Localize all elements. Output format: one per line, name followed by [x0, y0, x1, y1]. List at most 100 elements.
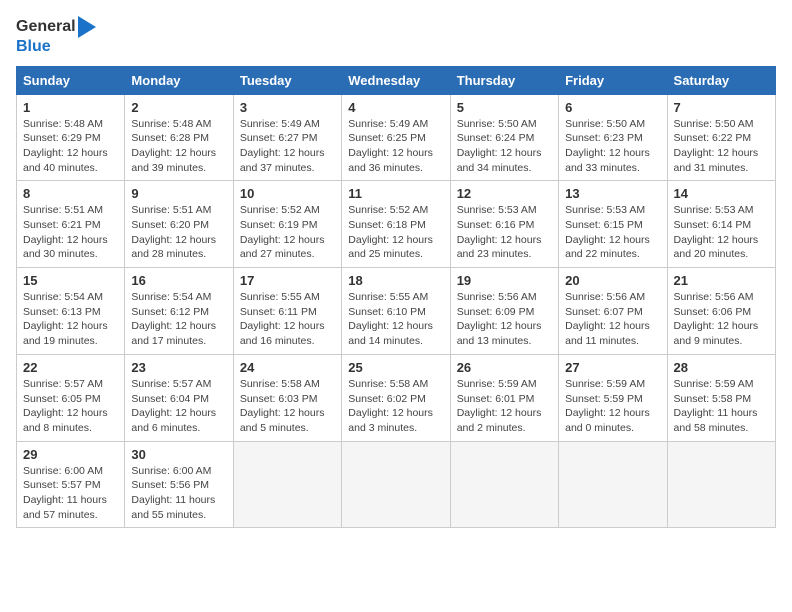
day-details: Sunrise: 5:53 AMSunset: 6:16 PMDaylight:…: [457, 203, 552, 262]
day-number: 10: [240, 186, 335, 201]
day-details: Sunrise: 5:53 AMSunset: 6:14 PMDaylight:…: [674, 203, 769, 262]
calendar-cell: 7 Sunrise: 5:50 AMSunset: 6:22 PMDaylight…: [667, 94, 775, 181]
day-number: 28: [674, 360, 769, 375]
day-number: 9: [131, 186, 226, 201]
calendar-cell: [233, 441, 341, 528]
calendar-week-row: 29 Sunrise: 6:00 AMSunset: 5:57 PMDayligh…: [17, 441, 776, 528]
day-number: 11: [348, 186, 443, 201]
day-number: 17: [240, 273, 335, 288]
calendar-cell: [450, 441, 558, 528]
calendar-cell: 25Sunrise: 5:58 AMSunset: 6:02 PMDayligh…: [342, 354, 450, 441]
calendar-cell: 30Sunrise: 6:00 AMSunset: 5:56 PMDayligh…: [125, 441, 233, 528]
col-header-tuesday: Tuesday: [233, 66, 341, 94]
calendar-cell: 12Sunrise: 5:53 AMSunset: 6:16 PMDayligh…: [450, 181, 558, 268]
day-details: Sunrise: 5:56 AMSunset: 6:06 PMDaylight:…: [674, 290, 769, 349]
day-number: 8: [23, 186, 118, 201]
day-details: Sunrise: 5:49 AMSunset: 6:27 PMDaylight:…: [240, 117, 335, 176]
col-header-sunday: Sunday: [17, 66, 125, 94]
calendar-cell: 17Sunrise: 5:55 AMSunset: 6:11 PMDayligh…: [233, 268, 341, 355]
calendar-table: SundayMondayTuesdayWednesdayThursdayFrid…: [16, 66, 776, 529]
calendar-cell: 27 Sunrise: 5:59 AMSunset: 5:59 PMDayligh…: [559, 354, 667, 441]
logo: General Blue: [16, 16, 96, 56]
col-header-thursday: Thursday: [450, 66, 558, 94]
calendar-cell: 26 Sunrise: 5:59 AMSunset: 6:01 PMDayligh…: [450, 354, 558, 441]
day-details: Sunrise: 5:48 AMSunset: 6:28 PMDaylight:…: [131, 117, 226, 176]
day-number: 29: [23, 447, 118, 462]
day-details: Sunrise: 5:48 AMSunset: 6:29 PMDaylight:…: [23, 117, 118, 176]
calendar-cell: 23 Sunrise: 5:57 AMSunset: 6:04 PMDayligh…: [125, 354, 233, 441]
day-number: 5: [457, 100, 552, 115]
day-details: Sunrise: 5:51 AMSunset: 6:20 PMDaylight:…: [131, 203, 226, 262]
day-number: 23: [131, 360, 226, 375]
day-details: Sunrise: 5:52 AMSunset: 6:19 PMDaylight:…: [240, 203, 335, 262]
day-details: Sunrise: 5:50 AMSunset: 6:23 PMDaylight:…: [565, 117, 660, 176]
day-number: 1: [23, 100, 118, 115]
calendar-cell: 14 Sunrise: 5:53 AMSunset: 6:14 PMDayligh…: [667, 181, 775, 268]
day-number: 19: [457, 273, 552, 288]
calendar-cell: 5 Sunrise: 5:50 AMSunset: 6:24 PMDaylight…: [450, 94, 558, 181]
day-details: Sunrise: 5:59 AMSunset: 5:59 PMDaylight:…: [565, 377, 660, 436]
col-header-monday: Monday: [125, 66, 233, 94]
day-details: Sunrise: 5:56 AMSunset: 6:07 PMDaylight:…: [565, 290, 660, 349]
calendar-week-row: 22 Sunrise: 5:57 AMSunset: 6:05 PMDayligh…: [17, 354, 776, 441]
logo-general: General: [16, 18, 76, 36]
calendar-week-row: 8Sunrise: 5:51 AMSunset: 6:21 PMDaylight…: [17, 181, 776, 268]
calendar-cell: 24 Sunrise: 5:58 AMSunset: 6:03 PMDayligh…: [233, 354, 341, 441]
calendar-cell: 13Sunrise: 5:53 AMSunset: 6:15 PMDayligh…: [559, 181, 667, 268]
day-number: 16: [131, 273, 226, 288]
day-number: 7: [674, 100, 769, 115]
calendar-cell: 11Sunrise: 5:52 AMSunset: 6:18 PMDayligh…: [342, 181, 450, 268]
calendar-cell: 2 Sunrise: 5:48 AMSunset: 6:28 PMDaylight…: [125, 94, 233, 181]
calendar-cell: [342, 441, 450, 528]
calendar-cell: [559, 441, 667, 528]
day-details: Sunrise: 5:54 AMSunset: 6:13 PMDaylight:…: [23, 290, 118, 349]
calendar-cell: 6 Sunrise: 5:50 AMSunset: 6:23 PMDaylight…: [559, 94, 667, 181]
calendar-cell: 21 Sunrise: 5:56 AMSunset: 6:06 PMDayligh…: [667, 268, 775, 355]
day-number: 3: [240, 100, 335, 115]
day-details: Sunrise: 5:58 AMSunset: 6:02 PMDaylight:…: [348, 377, 443, 436]
col-header-friday: Friday: [559, 66, 667, 94]
day-details: Sunrise: 6:00 AMSunset: 5:57 PMDaylight:…: [23, 464, 118, 523]
calendar-cell: 20 Sunrise: 5:56 AMSunset: 6:07 PMDayligh…: [559, 268, 667, 355]
day-number: 24: [240, 360, 335, 375]
day-details: Sunrise: 5:57 AMSunset: 6:04 PMDaylight:…: [131, 377, 226, 436]
day-details: Sunrise: 5:57 AMSunset: 6:05 PMDaylight:…: [23, 377, 118, 436]
day-number: 20: [565, 273, 660, 288]
day-number: 14: [674, 186, 769, 201]
day-details: Sunrise: 5:59 AMSunset: 5:58 PMDaylight:…: [674, 377, 769, 436]
calendar-cell: 19Sunrise: 5:56 AMSunset: 6:09 PMDayligh…: [450, 268, 558, 355]
day-number: 13: [565, 186, 660, 201]
day-number: 2: [131, 100, 226, 115]
calendar-cell: [667, 441, 775, 528]
day-details: Sunrise: 5:58 AMSunset: 6:03 PMDaylight:…: [240, 377, 335, 436]
calendar-cell: 28 Sunrise: 5:59 AMSunset: 5:58 PMDayligh…: [667, 354, 775, 441]
day-number: 6: [565, 100, 660, 115]
day-number: 22: [23, 360, 118, 375]
day-number: 26: [457, 360, 552, 375]
calendar-cell: 4 Sunrise: 5:49 AMSunset: 6:25 PMDaylight…: [342, 94, 450, 181]
calendar-cell: 18 Sunrise: 5:55 AMSunset: 6:10 PMDayligh…: [342, 268, 450, 355]
page-header: General Blue: [16, 16, 776, 56]
calendar-cell: 1 Sunrise: 5:48 AMSunset: 6:29 PMDaylight…: [17, 94, 125, 181]
calendar-cell: 29 Sunrise: 6:00 AMSunset: 5:57 PMDayligh…: [17, 441, 125, 528]
calendar-cell: 8Sunrise: 5:51 AMSunset: 6:21 PMDaylight…: [17, 181, 125, 268]
day-number: 27: [565, 360, 660, 375]
col-header-saturday: Saturday: [667, 66, 775, 94]
day-details: Sunrise: 5:50 AMSunset: 6:24 PMDaylight:…: [457, 117, 552, 176]
calendar-week-row: 15 Sunrise: 5:54 AMSunset: 6:13 PMDayligh…: [17, 268, 776, 355]
calendar-cell: 22 Sunrise: 5:57 AMSunset: 6:05 PMDayligh…: [17, 354, 125, 441]
calendar-week-row: 1 Sunrise: 5:48 AMSunset: 6:29 PMDaylight…: [17, 94, 776, 181]
day-number: 15: [23, 273, 118, 288]
day-number: 4: [348, 100, 443, 115]
day-details: Sunrise: 5:55 AMSunset: 6:10 PMDaylight:…: [348, 290, 443, 349]
day-number: 18: [348, 273, 443, 288]
day-details: Sunrise: 5:49 AMSunset: 6:25 PMDaylight:…: [348, 117, 443, 176]
day-details: Sunrise: 5:59 AMSunset: 6:01 PMDaylight:…: [457, 377, 552, 436]
calendar-cell: 10 Sunrise: 5:52 AMSunset: 6:19 PMDayligh…: [233, 181, 341, 268]
col-header-wednesday: Wednesday: [342, 66, 450, 94]
calendar-header-row: SundayMondayTuesdayWednesdayThursdayFrid…: [17, 66, 776, 94]
calendar-cell: 3 Sunrise: 5:49 AMSunset: 6:27 PMDaylight…: [233, 94, 341, 181]
day-number: 21: [674, 273, 769, 288]
day-details: Sunrise: 5:50 AMSunset: 6:22 PMDaylight:…: [674, 117, 769, 176]
logo-svg: General Blue: [16, 16, 96, 56]
